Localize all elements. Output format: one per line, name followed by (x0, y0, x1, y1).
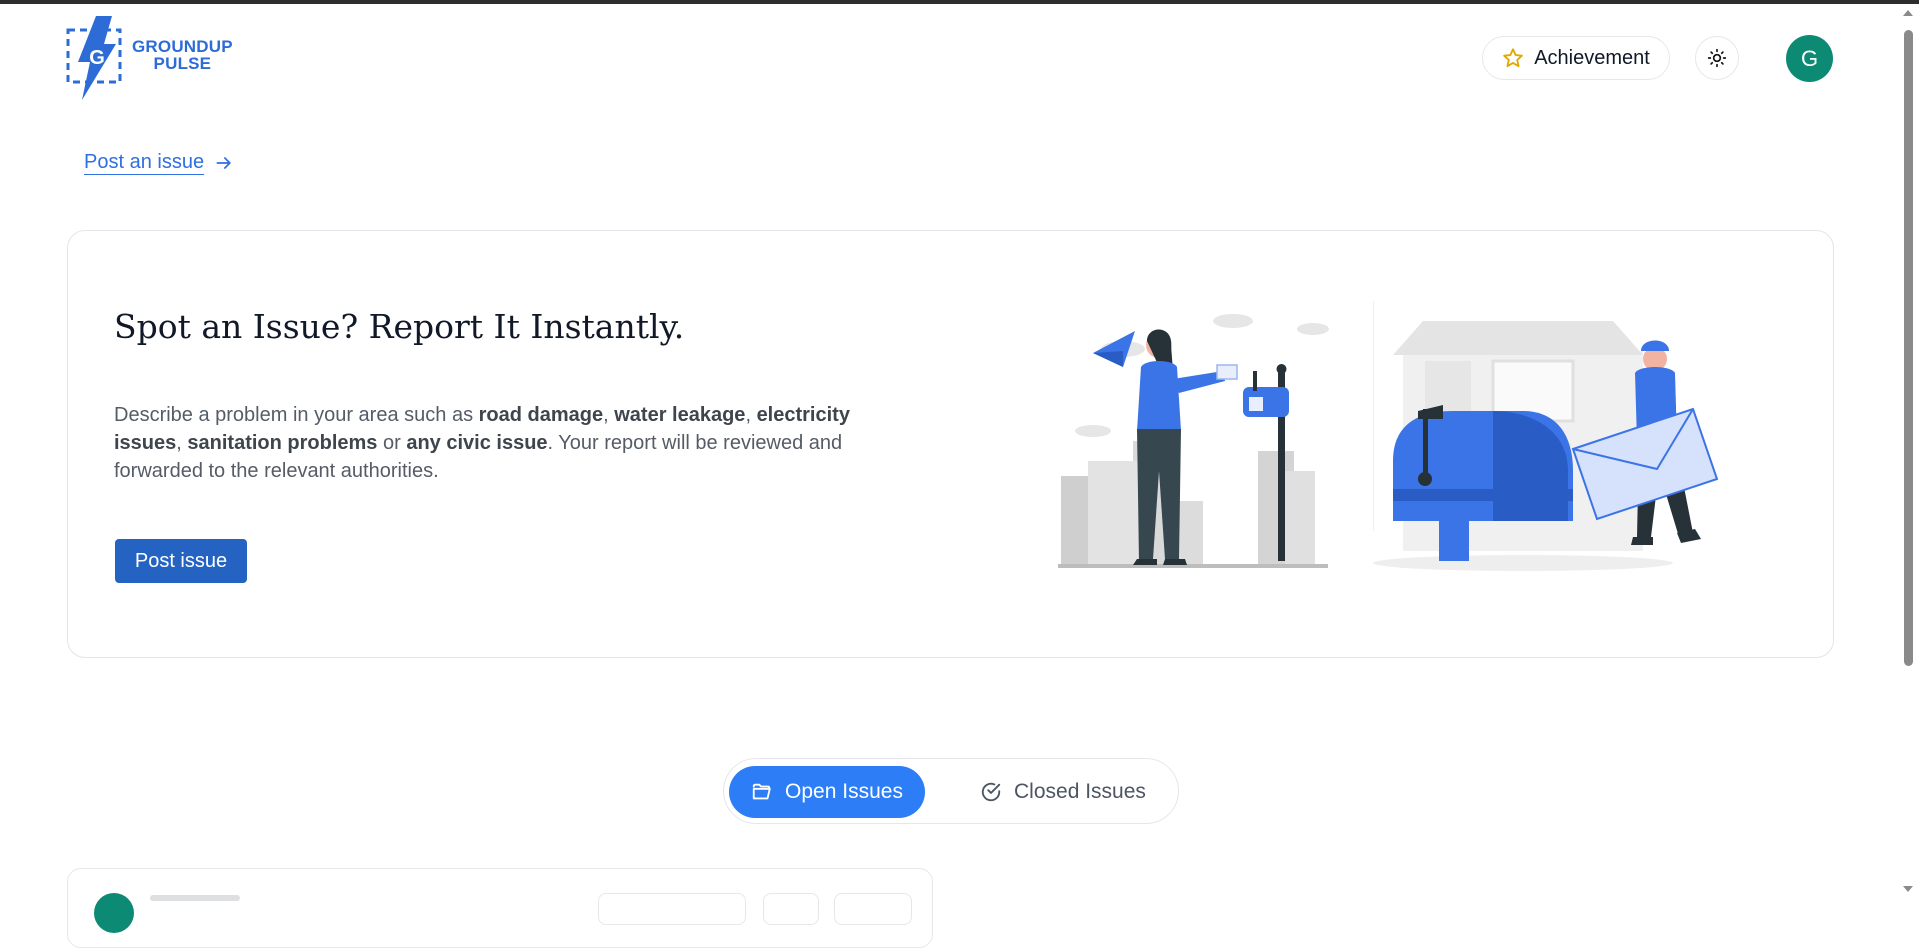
logo-wordmark: GROUNDUP PULSE (132, 38, 233, 72)
tab-open-issues-label: Open Issues (785, 780, 903, 803)
issue-author-name-placeholder (150, 895, 240, 901)
paper-plane-illustration (1093, 331, 1135, 367)
desc-text: , (745, 404, 757, 426)
lightning-logo-icon: G (66, 16, 122, 100)
achievement-button[interactable]: Achievement (1482, 36, 1670, 80)
desc-text: , (176, 432, 188, 454)
desc-text: Describe a problem in your area such as (114, 404, 479, 426)
issue-tag-chip (598, 893, 746, 925)
avatar-initial: G (1800, 45, 1819, 71)
sun-icon (1707, 48, 1727, 68)
scroll-up-arrow-icon[interactable] (1902, 8, 1914, 18)
desc-bold: any civic issue (406, 432, 548, 454)
report-hero-card: Spot an Issue? Report It Instantly. Desc… (67, 230, 1834, 658)
tab-closed-issues[interactable]: Closed Issues (980, 766, 1146, 818)
logo-letter: G (89, 47, 105, 69)
hero-description: Describe a problem in your area such as … (114, 401, 914, 485)
mail-illustration (1058, 301, 1719, 571)
tab-open-issues[interactable]: Open Issues (729, 766, 925, 818)
browser-top-edge (0, 0, 1919, 4)
desc-text: or (377, 432, 407, 454)
issue-tag-chip (763, 893, 819, 925)
post-issue-button[interactable]: Post issue (115, 539, 247, 583)
post-issue-link[interactable]: Post an issue (84, 151, 234, 174)
desc-text: , (603, 404, 615, 426)
post-issue-link-label: Post an issue (84, 151, 205, 173)
hero-title: Spot an Issue? Report It Instantly. (114, 307, 685, 346)
desc-bold: water leakage (614, 404, 746, 426)
check-circle-icon (981, 782, 1001, 802)
issue-card[interactable] (67, 868, 933, 948)
arrow-right-icon (216, 156, 231, 169)
desc-bold: sanitation problems (187, 432, 378, 454)
issue-tag-chip (834, 893, 912, 925)
star-icon (1503, 48, 1523, 68)
post-issue-button-label: Post issue (134, 549, 228, 572)
theme-toggle-button[interactable] (1695, 36, 1739, 80)
tab-closed-issues-label: Closed Issues (1014, 780, 1146, 803)
app-logo[interactable]: G GROUNDUP PULSE (66, 14, 242, 102)
user-avatar[interactable]: G (1786, 35, 1833, 82)
issue-status-tabs: Open Issues Closed Issues (723, 758, 1179, 824)
folder-open-icon (752, 783, 771, 800)
scrollbar-thumb[interactable] (1904, 30, 1913, 666)
issue-author-avatar (94, 893, 134, 933)
scroll-down-arrow-icon[interactable] (1902, 884, 1914, 894)
logo-line-1: GROUNDUP (132, 37, 233, 56)
logo-line-2: PULSE (153, 54, 212, 73)
achievement-label: Achievement (1534, 46, 1650, 69)
desc-bold: road damage (478, 404, 604, 426)
